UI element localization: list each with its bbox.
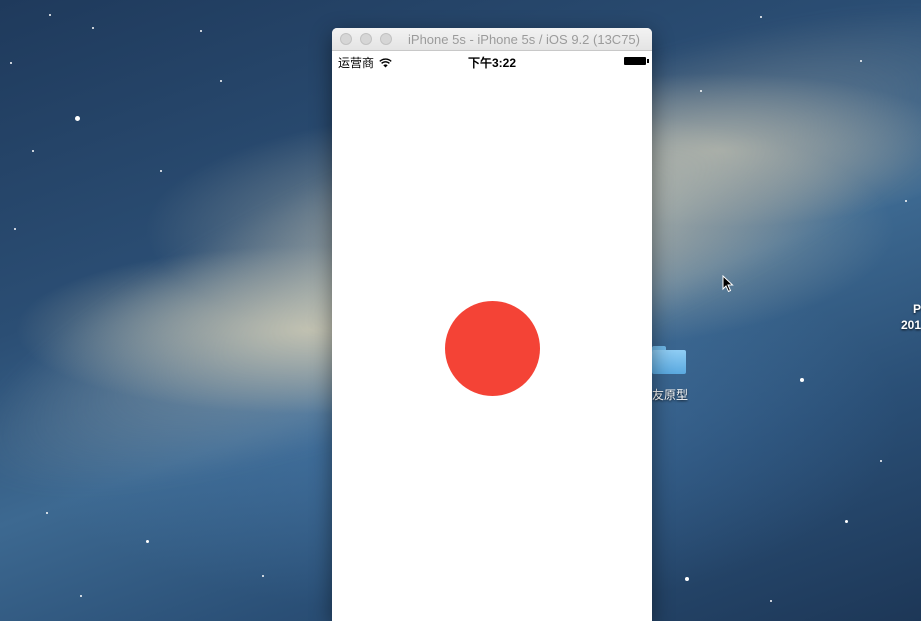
- star: [760, 16, 762, 18]
- star: [10, 62, 12, 64]
- folder-body: [652, 350, 686, 374]
- simulator-titlebar[interactable]: iPhone 5s - iPhone 5s / iOS 9.2 (13C75): [332, 28, 652, 51]
- close-button[interactable]: [340, 33, 352, 45]
- star: [220, 80, 222, 82]
- star: [845, 520, 848, 523]
- battery-icon: [624, 57, 649, 65]
- desktop-folder-label[interactable]: 友原型: [652, 386, 688, 403]
- desktop-file-label[interactable]: P 201: [899, 301, 921, 333]
- star: [700, 90, 702, 92]
- mouse-cursor-icon: [722, 275, 734, 293]
- window-title: iPhone 5s - iPhone 5s / iOS 9.2 (13C75): [408, 32, 640, 47]
- desktop-folder-icon[interactable]: [652, 346, 686, 374]
- star: [80, 595, 82, 597]
- star: [75, 116, 80, 121]
- star: [880, 460, 882, 462]
- minimize-button[interactable]: [360, 33, 372, 45]
- star: [160, 170, 162, 172]
- star: [860, 60, 862, 62]
- star: [146, 540, 149, 543]
- star: [200, 30, 202, 32]
- star: [800, 378, 804, 382]
- desktop-file-label-line2: 201: [900, 318, 921, 332]
- star: [46, 512, 48, 514]
- app-screen[interactable]: [332, 71, 652, 621]
- star: [262, 575, 264, 577]
- status-time: 下午3:22: [467, 56, 517, 70]
- zoom-button[interactable]: [380, 33, 392, 45]
- desktop: 友原型 P 201 iPhone 5s - iPhone 5s / iOS 9.…: [0, 0, 921, 621]
- star: [770, 600, 772, 602]
- star: [49, 14, 51, 16]
- red-circle-view[interactable]: [445, 301, 540, 396]
- star: [685, 577, 689, 581]
- star: [92, 27, 94, 29]
- ios-status-bar: 运营商 下午3:22: [332, 51, 652, 71]
- simulator-window: iPhone 5s - iPhone 5s / iOS 9.2 (13C75) …: [332, 28, 652, 621]
- desktop-file-label-line1: P: [912, 302, 921, 316]
- star: [32, 150, 34, 152]
- star: [14, 228, 16, 230]
- star: [905, 200, 907, 202]
